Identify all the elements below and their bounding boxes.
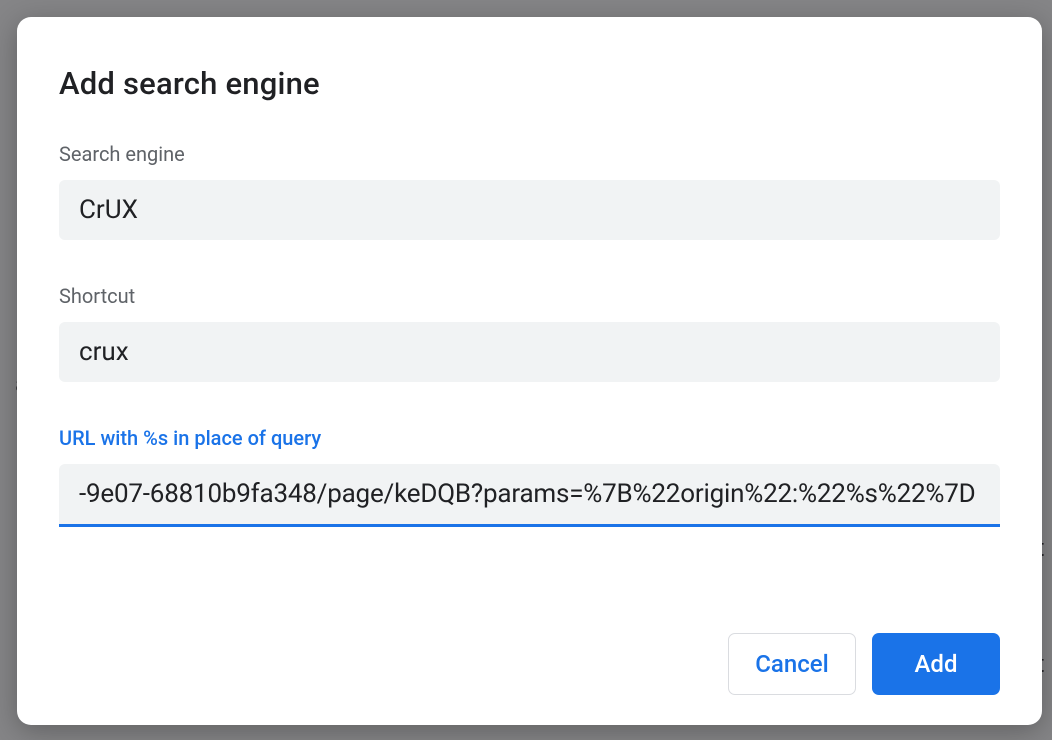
add-search-engine-dialog: Add search engine Search engine Shortcut… [17, 17, 1042, 725]
search-engine-field-group: Search engine [59, 142, 1000, 240]
url-label: URL with %s in place of query [59, 426, 1000, 450]
shortcut-input[interactable] [59, 322, 1000, 382]
url-field-group: URL with %s in place of query [59, 426, 1000, 527]
url-input[interactable] [59, 464, 1000, 527]
dialog-title: Add search engine [59, 65, 1000, 102]
cancel-button[interactable]: Cancel [728, 633, 856, 695]
add-button[interactable]: Add [872, 633, 1000, 695]
search-engine-input[interactable] [59, 180, 1000, 240]
dialog-buttons: Cancel Add [59, 613, 1000, 695]
search-engine-label: Search engine [59, 142, 1000, 166]
shortcut-label: Shortcut [59, 284, 1000, 308]
shortcut-field-group: Shortcut [59, 284, 1000, 382]
